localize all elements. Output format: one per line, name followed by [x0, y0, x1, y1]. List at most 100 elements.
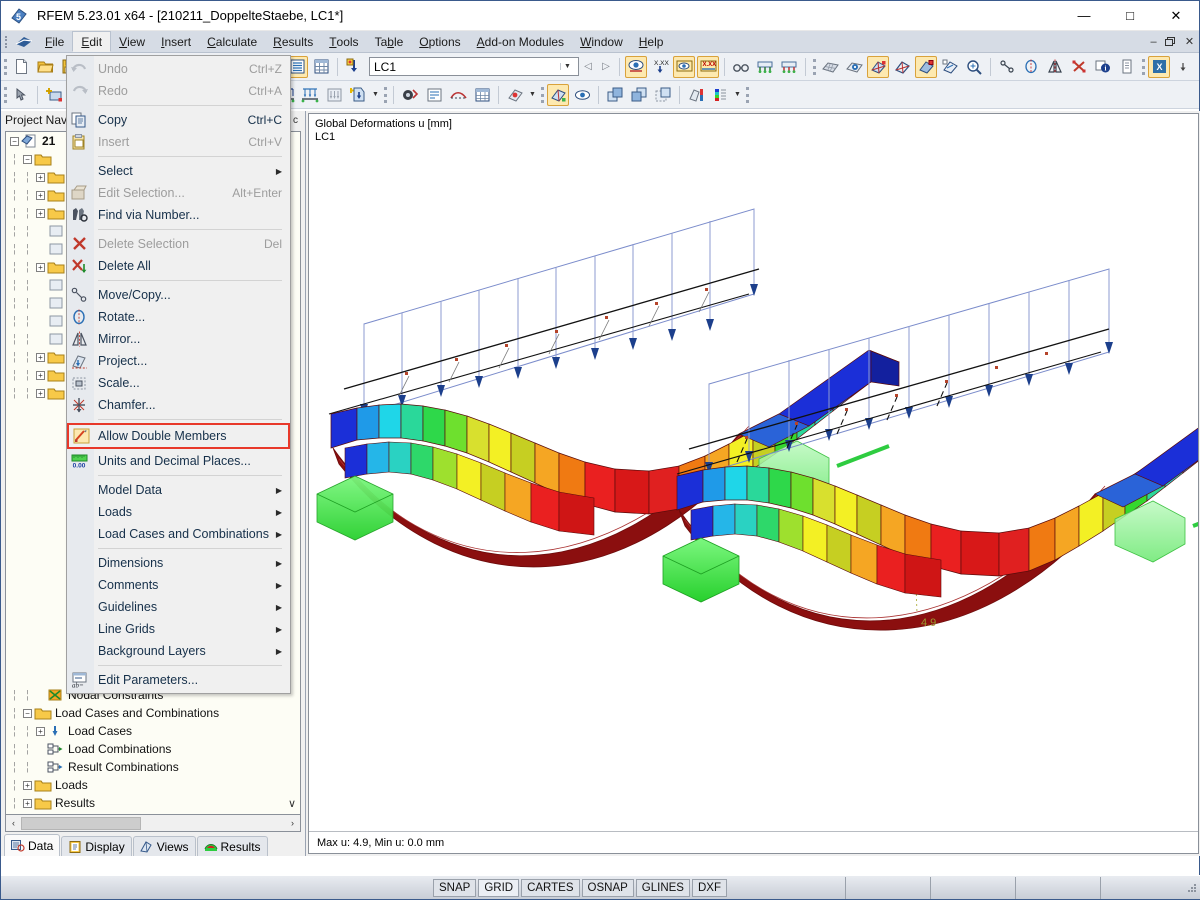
tree-item-results[interactable]: ¦ + Results: [6, 794, 300, 812]
navigator-tab-results[interactable]: Results: [196, 836, 268, 856]
menu-item-find-via-number[interactable]: Find via Number...: [67, 204, 290, 226]
toolbar-grip-4[interactable]: [1, 84, 9, 106]
render-solid-icon[interactable]: [915, 55, 937, 78]
line-load-icon[interactable]: [299, 84, 321, 106]
navigator-tab-display[interactable]: Display: [61, 836, 132, 856]
menu-item-dimensions[interactable]: Dimensions ▶: [67, 552, 290, 574]
excel-export-icon[interactable]: X: [1148, 55, 1170, 78]
tree-item-load-cases[interactable]: ¦ ¦ + Load Cases: [6, 722, 300, 740]
tree-expander-box[interactable]: +: [36, 190, 45, 200]
free-load-icon[interactable]: [347, 84, 369, 106]
tree-expander-box[interactable]: +: [23, 798, 32, 808]
calculate-settings-icon[interactable]: [423, 84, 445, 106]
tree-item-load-combinations[interactable]: ¦ ¦ Load Combinations: [6, 740, 300, 758]
tree-expander-box[interactable]: +: [23, 780, 32, 790]
tree-expander-box[interactable]: −: [23, 708, 32, 718]
tree-expander-box[interactable]: +: [36, 262, 45, 272]
tree-item-load-cases-and-combinations[interactable]: ¦ − Load Cases and Combinations: [6, 704, 300, 722]
calculate-all-icon[interactable]: [399, 84, 421, 106]
menu-item-rotate[interactable]: Rotate...: [67, 306, 290, 328]
load-case-new-icon[interactable]: [343, 56, 365, 78]
more-tools-icon[interactable]: [1172, 56, 1194, 78]
toolbar-grip-3[interactable]: [1139, 56, 1147, 78]
mesh-surface-icon[interactable]: [819, 56, 841, 78]
model-viewport[interactable]: Global Deformations u [mm] LC1 4.9 Max u…: [308, 113, 1199, 854]
mirror-toolbar-icon[interactable]: [1044, 56, 1066, 78]
menu-item-line-grids[interactable]: Line Grids ▶: [67, 618, 290, 640]
tree-expander[interactable]: +: [34, 208, 47, 218]
toolbar-grip-6[interactable]: [538, 84, 546, 106]
maximize-button[interactable]: □: [1107, 1, 1153, 31]
render-model-icon[interactable]: [867, 55, 889, 78]
menu-view[interactable]: View: [111, 31, 153, 52]
toolbar-grip-1[interactable]: [1, 56, 9, 78]
tree-expander[interactable]: +: [34, 370, 47, 380]
view-orientation-icon[interactable]: [504, 84, 526, 106]
menu-item-comments[interactable]: Comments ▶: [67, 574, 290, 596]
status-toggle-glines[interactable]: GLINES: [635, 878, 690, 897]
menu-item-mirror[interactable]: Mirror...: [67, 328, 290, 350]
menu-file[interactable]: File: [37, 31, 72, 52]
navigator-tab-views[interactable]: Views: [132, 836, 196, 856]
menu-item-guidelines[interactable]: Guidelines ▶: [67, 596, 290, 618]
menu-options[interactable]: Options: [411, 31, 468, 52]
rotate-toolbar-icon[interactable]: [1020, 56, 1042, 78]
scroll-right-button[interactable]: ›: [285, 816, 300, 831]
tree-expander-box[interactable]: −: [23, 154, 32, 164]
tree-expander[interactable]: −: [8, 136, 21, 146]
tree-expander-box[interactable]: +: [36, 726, 45, 736]
tree-expander[interactable]: +: [21, 798, 34, 808]
render-transparent-icon[interactable]: [939, 56, 961, 78]
mdi-minimize-button[interactable]: –: [1147, 36, 1160, 48]
toolbar-grip-7[interactable]: [743, 84, 751, 106]
menu-item-move-copy[interactable]: Move/Copy...: [67, 284, 290, 306]
new-node-icon[interactable]: [43, 84, 65, 106]
chevron-down-icon[interactable]: ▼: [560, 63, 574, 70]
mdi-restore-button[interactable]: [1165, 37, 1178, 46]
layer-hide-icon[interactable]: [652, 84, 674, 106]
menu-item-delete-all[interactable]: Delete All: [67, 255, 290, 277]
menu-table[interactable]: Ta b le: [367, 31, 412, 52]
menu-calculate[interactable]: Calculate: [199, 31, 265, 52]
menu-item-background-layers[interactable]: Background Layers ▶: [67, 640, 290, 662]
tree-expander[interactable]: +: [21, 780, 34, 790]
tree-expander[interactable]: +: [34, 172, 47, 182]
menu-addon-modules[interactable]: Add-on Modules: [469, 31, 572, 52]
menu-item-select[interactable]: Select ▶: [67, 160, 290, 182]
menu-edit[interactable]: Edit: [72, 31, 112, 52]
info-icon[interactable]: i: [1092, 56, 1114, 78]
menu-item-units-and-decimal-places[interactable]: 0.00 Units and Decimal Places...: [67, 450, 290, 472]
mesh-settings-icon[interactable]: [843, 56, 865, 78]
menu-item-chamfer[interactable]: Chamfer...: [67, 394, 290, 416]
tree-expander-box[interactable]: +: [36, 388, 45, 398]
support-reactions-icon[interactable]: [754, 56, 776, 78]
tree-expander-box[interactable]: −: [10, 136, 19, 146]
result-diagram-icon[interactable]: [673, 55, 695, 78]
minimize-button[interactable]: —: [1061, 1, 1107, 31]
menu-item-load-cases-and-combinations[interactable]: Load Cases and Combinations ▶: [67, 523, 290, 545]
view-orientation-dropdown-arrow-icon[interactable]: ▼: [527, 84, 538, 106]
scroll-left-button[interactable]: ‹: [6, 816, 21, 831]
navigator-tab-data[interactable]: Data: [4, 834, 61, 856]
glasses-view-icon[interactable]: [730, 56, 752, 78]
tree-expander[interactable]: +: [34, 388, 47, 398]
menu-results[interactable]: Results: [265, 31, 321, 52]
status-toggle-snap[interactable]: SNAP: [433, 878, 477, 897]
results-table-icon[interactable]: [471, 84, 493, 106]
tree-expander[interactable]: −: [21, 708, 34, 718]
tree-expander[interactable]: +: [34, 190, 47, 200]
menu-item-scale[interactable]: Scale...: [67, 372, 290, 394]
new-file-icon[interactable]: [10, 56, 32, 78]
menu-item-allow-double-members[interactable]: Allow Double Members: [67, 423, 290, 449]
tree-expander-box[interactable]: +: [36, 208, 45, 218]
menu-tools[interactable]: Tools: [321, 31, 366, 52]
color-scale-icon[interactable]: [709, 84, 731, 106]
tree-expander-box[interactable]: +: [36, 370, 45, 380]
open-file-icon[interactable]: [34, 56, 56, 78]
menu-insert[interactable]: Insert: [153, 31, 199, 52]
show-values-icon[interactable]: X.XX: [649, 56, 671, 78]
details-icon[interactable]: [1116, 56, 1138, 78]
result-values-icon[interactable]: X.XX: [697, 55, 719, 78]
menu-window[interactable]: Window: [572, 31, 631, 52]
color-by-material-icon[interactable]: [685, 84, 707, 106]
